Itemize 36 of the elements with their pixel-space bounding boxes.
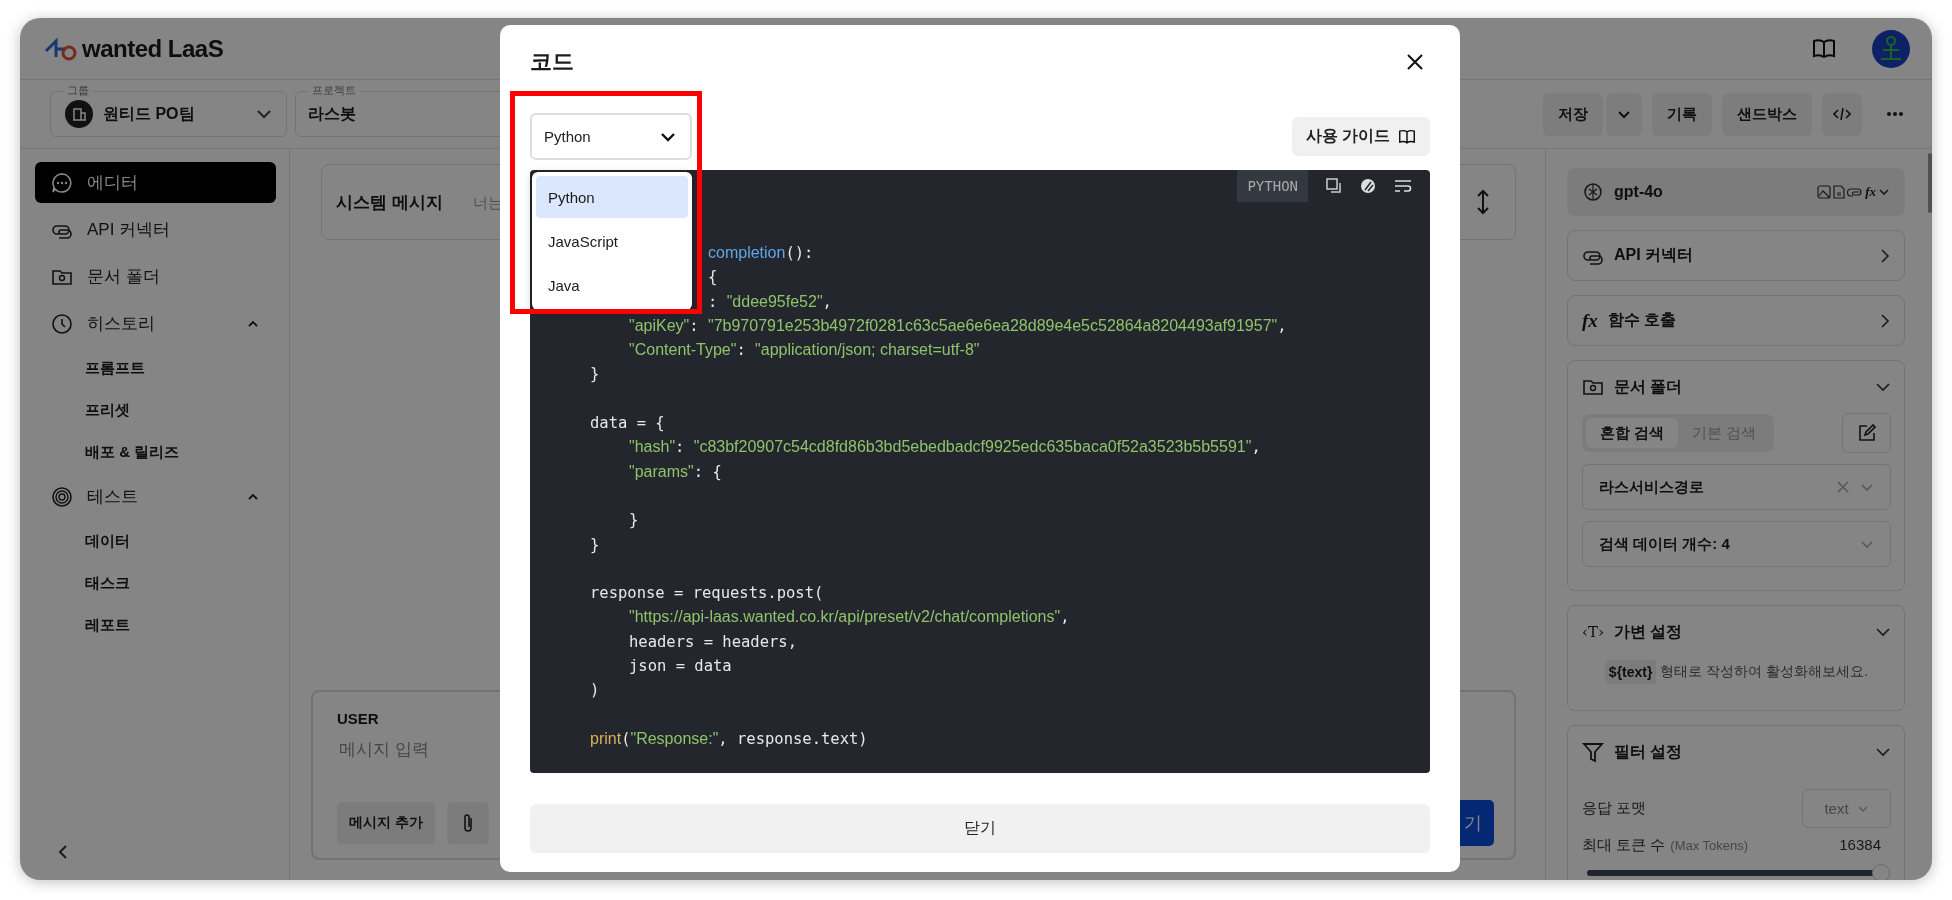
code-line: json = data [629,657,732,676]
format-label: 응답 포맷 [1582,799,1647,818]
code-line: "Content-Type": "application/json; charset=utf-8" [629,341,980,360]
dialog-title: 코드 [530,48,574,76]
code-line: } [590,535,600,554]
code-line: completion(): [708,244,814,262]
project-value: 라스봇 [308,103,356,124]
code-line: : "ddee95fe52", [708,292,832,311]
code-line: response = requests.post( [590,584,824,603]
card-title: 필터 설정 [1614,741,1683,762]
code-line: } [590,365,600,384]
code-line: } [629,511,639,530]
max-tokens-label: 최대 토큰 수 [1582,836,1666,855]
max-tokens-hint: (Max Tokens) [1670,838,1749,853]
field-legend: 그룹 [63,83,93,98]
code-line: headers = headers, [629,632,797,651]
code-line: { [708,268,718,287]
max-tokens-value: 16384 [1839,836,1881,853]
language-badge: PYTHON [1237,170,1308,202]
role-label: USER [337,710,380,727]
variable-icon: ‹T› [1582,623,1604,641]
card-title: 가변 설정 [1614,621,1683,642]
code-line: data = { [590,414,665,433]
code-line: "apiKey": "7b970791e253b4972f0281c63c5ae6e6ea28d89e4e5c52864a8204493af91957", [629,316,1287,335]
variable-chip: ${text} [1604,660,1657,684]
code-line: print("Response:", response.text) [590,729,868,748]
code-line: ) [590,681,600,700]
variable-hint: 형태로 작성하여 활성화해보세요. [1660,663,1869,681]
code-line: "hash": "c83bf20907c54cd8fd86b3bd5ebedbadcf9925edc635baca0f52a3523b5b5591", [629,438,1261,457]
field-legend: 프로젝트 [308,83,360,98]
system-message-title: 시스템 메시지 [336,191,443,214]
card-title: 문서 폴더 [1614,376,1683,397]
logo-text: wanted LaaS [82,34,224,63]
code-line: "params": { [629,462,722,481]
group-value: 원티드 PO팀 [103,103,195,124]
code-line: "https://api-laas.wanted.co.kr/api/preset/v2/chat/completions", [629,608,1070,627]
